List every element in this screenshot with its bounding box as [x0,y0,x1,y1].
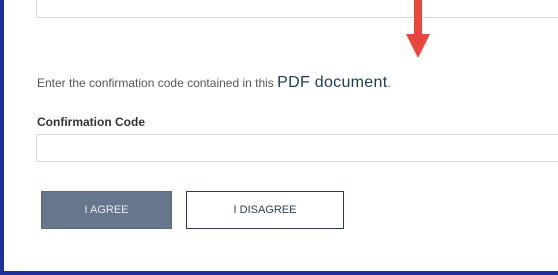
down-arrow-icon [406,0,430,58]
pdf-document-link[interactable]: PDF document [277,74,387,91]
agree-button[interactable]: I AGREE [41,191,172,229]
instruction-period: . [387,76,391,90]
instruction-text: Enter the confirmation code contained in… [37,76,278,90]
confirmation-code-label: Confirmation Code [37,115,145,129]
confirmation-instruction: Enter the confirmation code contained in… [37,74,391,92]
previous-input-field[interactable] [36,0,558,18]
disagree-button[interactable]: I DISAGREE [186,191,344,229]
confirmation-code-input[interactable] [36,134,558,162]
consent-form-panel: Enter the confirmation code contained in… [0,0,558,275]
